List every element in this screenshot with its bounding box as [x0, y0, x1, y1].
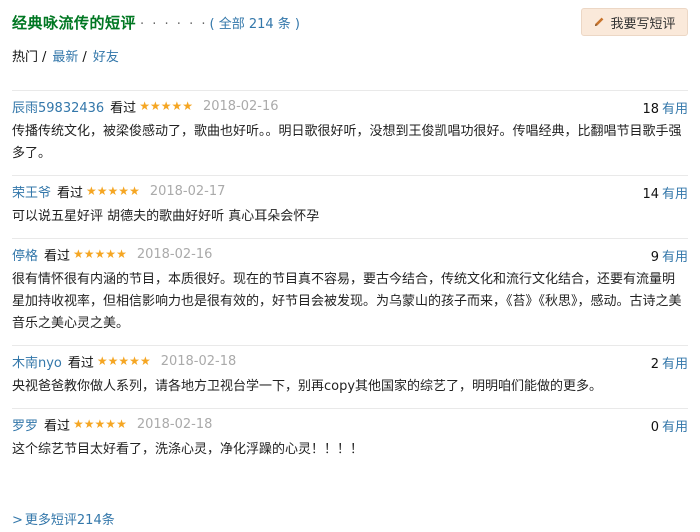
- more-reviews-label: 更多短评214条: [24, 513, 115, 528]
- more-reviews-link[interactable]: > 更多短评214条: [12, 509, 115, 528]
- review-date: 2018-02-18: [136, 416, 213, 432]
- review-meta: 荣王爷 看过 ★★★★★ 2018-02-17 14 有用: [12, 176, 688, 206]
- vote-count: 14: [642, 187, 659, 202]
- review-item: 辰雨59832436 看过 ★★★★★ 2018-02-16 18 有用 传播传统…: [12, 90, 688, 175]
- rating-stars: ★★★★★: [97, 355, 151, 367]
- tab-separator: /: [42, 50, 47, 65]
- review-status: 看过: [44, 248, 71, 264]
- review-username[interactable]: 辰雨59832436: [12, 97, 104, 116]
- review-item: 木南nyo 看过 ★★★★★ 2018-02-18 2 有用 央视爸爸教你做人系列…: [12, 345, 688, 408]
- useful-button[interactable]: 有用: [662, 357, 688, 372]
- useful-votes: 0 有用: [651, 416, 688, 435]
- tab-latest[interactable]: 最新: [52, 50, 78, 65]
- review-username[interactable]: 木南nyo: [12, 352, 62, 371]
- review-text: 央视爸爸教你做人系列，请各地方卫视台学一下，别再copy其他国家的综艺了，明明咱…: [12, 379, 603, 394]
- review-date: 2018-02-17: [149, 183, 226, 199]
- star-icon: ★★★★★: [73, 247, 127, 261]
- vote-count: 9: [650, 250, 659, 265]
- review-status: 看过: [44, 418, 71, 434]
- write-review-button[interactable]: 我要写短评: [581, 8, 688, 36]
- useful-votes: 2 有用: [651, 353, 688, 372]
- review-meta: 辰雨59832436 看过 ★★★★★ 2018-02-16 18 有用: [12, 91, 688, 121]
- useful-votes: 14 有用: [642, 183, 688, 202]
- useful-votes: 18 有用: [642, 98, 688, 117]
- tab-friends[interactable]: 好友: [93, 50, 119, 65]
- star-icon: ★★★★★: [86, 184, 140, 198]
- review-date: 2018-02-18: [160, 353, 237, 369]
- star-icon: ★★★★★: [96, 354, 151, 368]
- review-text: 传播传统文化，被梁俊感动了，歌曲也好听。。明日歌很好听，没想到王俊凯唱功很好。传…: [12, 124, 682, 161]
- rating-stars: ★★★★★: [86, 185, 140, 197]
- vote-count: 2: [650, 357, 659, 372]
- review-status: 看过: [67, 355, 94, 371]
- rating-stars: ★★★★★: [73, 418, 127, 430]
- sort-tabs: 热门 / 最新 / 好友: [12, 46, 119, 65]
- useful-votes: 9 有用: [651, 246, 688, 265]
- all-comments-link[interactable]: ( 全部 214 条 ): [209, 17, 300, 32]
- title-line: 经典咏流传的短评 · · · · · ·( 全部 214 条 ): [12, 12, 300, 33]
- review-username[interactable]: 停格: [12, 245, 38, 264]
- star-icon: ★★★★★: [73, 417, 127, 431]
- review-status: 看过: [57, 185, 84, 201]
- review-meta: 停格 看过 ★★★★★ 2018-02-16 9 有用: [12, 239, 688, 269]
- review-username[interactable]: 荣王爷: [12, 182, 51, 201]
- review-text: 很有情怀很有内涵的节目，本质很好。现在的节目真不容易，要古今结合，传统文化和流行…: [12, 272, 682, 331]
- comments-header: 经典咏流传的短评 · · · · · ·( 全部 214 条 ) 我要写短评: [12, 8, 688, 36]
- vote-count: 18: [642, 102, 659, 117]
- review-item: 停格 看过 ★★★★★ 2018-02-16 9 有用 很有情怀很有内涵的节目，本…: [12, 238, 688, 345]
- useful-button[interactable]: 有用: [662, 420, 688, 435]
- review-list: 辰雨59832436 看过 ★★★★★ 2018-02-16 18 有用 传播传统…: [12, 90, 688, 471]
- useful-button[interactable]: 有用: [662, 250, 688, 265]
- section-title: 经典咏流传的短评: [12, 14, 137, 32]
- pencil-icon: [595, 17, 604, 26]
- review-date: 2018-02-16: [202, 98, 279, 114]
- star-icon: ★★★★★: [139, 99, 193, 113]
- review-text: 可以说五星好评 胡德夫的歌曲好好听 真心耳朵会怀孕: [12, 209, 320, 224]
- title-dots: · · · · · ·: [140, 17, 208, 32]
- tab-separator: /: [82, 50, 87, 65]
- rating-stars: ★★★★★: [73, 248, 127, 260]
- review-item: 荣王爷 看过 ★★★★★ 2018-02-17 14 有用 可以说五星好评 胡德夫…: [12, 175, 688, 238]
- review-text: 这个综艺节目太好看了，洗涤心灵，净化浮躁的心灵！！！！: [12, 442, 364, 457]
- chevron-right-icon: >: [12, 513, 23, 528]
- review-date: 2018-02-16: [136, 246, 213, 262]
- useful-button[interactable]: 有用: [662, 102, 688, 117]
- tab-hot[interactable]: 热门: [12, 50, 38, 65]
- review-username[interactable]: 罗罗: [12, 415, 38, 434]
- review-item: 罗罗 看过 ★★★★★ 2018-02-18 0 有用 这个综艺节目太好看了，洗涤…: [12, 408, 688, 471]
- review-meta: 罗罗 看过 ★★★★★ 2018-02-18 0 有用: [12, 409, 688, 439]
- rating-stars: ★★★★★: [139, 100, 193, 112]
- review-meta: 木南nyo 看过 ★★★★★ 2018-02-18 2 有用: [12, 346, 688, 376]
- write-review-label: 我要写短评: [610, 16, 676, 32]
- useful-button[interactable]: 有用: [662, 187, 688, 202]
- review-status: 看过: [110, 100, 137, 116]
- vote-count: 0: [650, 420, 659, 435]
